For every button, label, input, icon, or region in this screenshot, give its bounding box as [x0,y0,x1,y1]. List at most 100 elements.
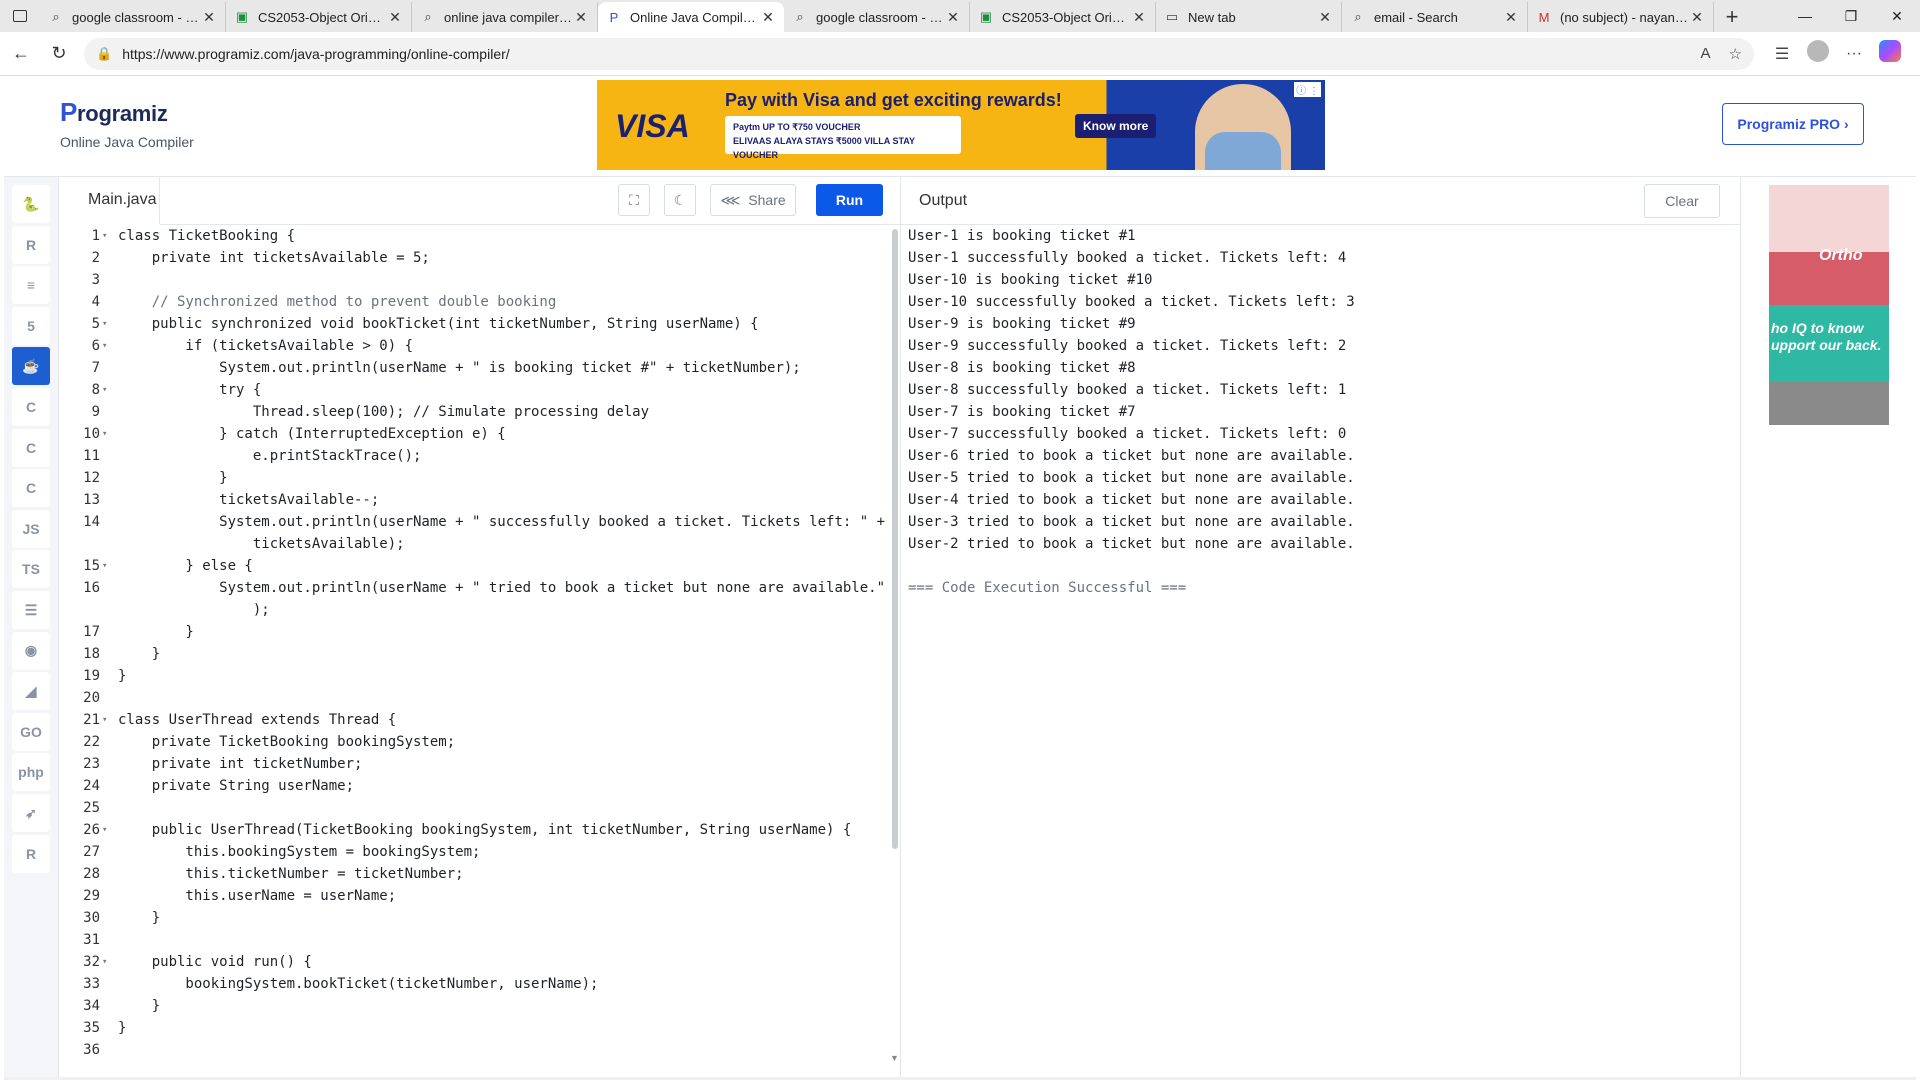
fold-arrow-icon[interactable]: ▾ [100,819,114,841]
favorites-icon[interactable]: ☰ [1764,44,1800,64]
python-icon[interactable]: 🐍 [12,185,50,223]
browser-tab[interactable]: ⌕ online java compiler - S ✕ [412,2,598,32]
code-text: if (ticketsAvailable > 0) { [118,338,414,354]
tab-actions-button[interactable] [0,0,40,32]
refresh-button[interactable]: ↻ [42,37,76,71]
restore-button[interactable]: ❐ [1828,0,1874,32]
html-icon[interactable]: 5 [12,306,50,345]
programiz-logo[interactable]: Programiz Online Java Compiler [60,97,194,150]
site-info-icon[interactable]: 🔒 [96,46,112,62]
close-tab-icon[interactable]: ✕ [573,9,589,26]
fold-arrow-icon[interactable]: ▾ [100,313,114,335]
browser-tab[interactable]: ▣ CS2053-Object Oriente ✕ [970,2,1156,32]
gmail-icon: M [1538,9,1550,25]
kotlin-icon[interactable]: ◢ [12,672,50,711]
ad-person-image [1195,84,1291,170]
close-tab-icon[interactable]: ✕ [387,9,403,26]
rust-icon[interactable]: ◉ [12,631,50,670]
browser-tab[interactable]: ⌕ email - Search ✕ [1342,2,1528,32]
line-number: 14 [83,514,100,530]
fold-arrow-icon[interactable]: ▾ [100,379,114,401]
url-field[interactable]: 🔒 https://www.programiz.com/java-program… [84,37,1754,70]
favorite-star-icon[interactable]: ☆ [1729,45,1742,63]
clear-button[interactable]: Clear [1644,184,1720,218]
db-icon[interactable]: ☰ [12,591,50,629]
js-icon[interactable]: JS [12,509,50,548]
code-editor[interactable]: 1 ▾ class TicketBooking {2 private int tic… [60,225,900,1080]
browser-tab[interactable]: ▭ New tab ✕ [1156,2,1342,32]
line-number: 32 [83,954,100,970]
search-icon: ⌕ [52,9,60,24]
close-tab-icon[interactable]: ✕ [201,9,217,26]
code-line: 13 ticketsAvailable--; [60,489,900,511]
browser-tab[interactable]: ▣ CS2053-Object Oriente ✕ [226,2,412,32]
profile-button[interactable] [1800,40,1836,67]
scroll-down-icon[interactable]: ▼ [890,1053,899,1063]
c-icon[interactable]: C [12,388,50,426]
line-number: 18 [83,646,100,662]
side-ad[interactable]: Ortho ho IQ to know upport our back. [1769,185,1889,425]
rlang-icon[interactable]: R [12,834,50,873]
close-tab-icon[interactable]: ✕ [1317,9,1333,26]
r-icon[interactable]: R [12,225,50,264]
page-subtitle: Online Java Compiler [60,134,194,150]
java-icon[interactable]: ☕ [12,347,50,386]
fold-arrow-icon[interactable]: ▾ [100,225,114,247]
fold-arrow-icon[interactable]: ▾ [100,423,114,445]
ts-icon[interactable]: TS [12,550,50,589]
editor-scrollbar[interactable] [892,229,898,849]
browser-tab[interactable]: M (no subject) - nayanarb ✕ [1528,2,1714,32]
php-icon[interactable]: php [12,753,50,792]
csharp-icon[interactable]: C [12,469,50,508]
go-icon[interactable]: GO [12,712,50,751]
browser-tab[interactable]: P Online Java Compiler - ✕ [598,2,784,32]
code-text: // Synchronized method to prevent double… [118,294,557,310]
close-tab-icon[interactable]: ✕ [760,9,776,26]
code-text: try { [118,382,262,398]
fullscreen-button[interactable]: ⛶ [618,184,650,216]
code-text: ); [118,602,270,618]
ad-info-icon[interactable]: ⓘ ⋮ [1294,82,1321,97]
new-tab-button[interactable]: + [1714,2,1750,32]
close-tab-icon[interactable]: ✕ [1131,9,1147,26]
cpp-icon[interactable]: C [12,428,50,467]
fold-arrow-icon[interactable]: ▾ [100,951,114,973]
banner-ad[interactable]: VISA Pay with Visa and get exciting rewa… [597,80,1325,170]
output-line: User-10 successfully booked a ticket. Ti… [908,294,1355,310]
close-tab-icon[interactable]: ✕ [945,9,961,26]
site-header: Programiz Online Java Compiler VISA Pay … [4,77,1916,177]
back-button[interactable]: ← [4,37,38,71]
swift-icon[interactable]: ➶ [12,794,50,832]
sql-icon[interactable]: ≡ [12,266,50,305]
code-text: private int ticketsAvailable = 5; [118,250,430,266]
read-aloud-icon[interactable]: A [1701,45,1711,62]
code-text: } else { [118,558,253,574]
code-text: System.out.println(userName + " successf… [118,514,886,530]
browser-tab[interactable]: ⌕ google classroom - Se ✕ [40,2,226,32]
tab-title: Online Java Compiler - [630,9,760,25]
search-icon: ⌕ [424,9,432,24]
copilot-button[interactable] [1872,40,1908,67]
close-tab-icon[interactable]: ✕ [1689,9,1705,26]
fold-arrow-icon[interactable]: ▾ [100,555,114,577]
programiz-pro-button[interactable]: Programiz PRO › [1722,103,1864,145]
run-button[interactable]: Run [816,184,883,216]
ad-cta-button[interactable]: Know more [1075,114,1157,138]
fold-arrow-icon[interactable]: ▾ [100,709,114,731]
share-button[interactable]: ⋘ Share [710,184,796,216]
fold-arrow-icon[interactable]: ▾ [100,335,114,357]
dark-mode-button[interactable]: ☾ [664,184,696,216]
editor-toolbar: Main.java ⛶ ☾ ⋘ Share Run [60,177,900,225]
line-number: 11 [83,448,100,464]
close-window-button[interactable]: ✕ [1874,0,1920,32]
more-menu-icon[interactable]: ··· [1836,45,1872,63]
file-tab-main-java[interactable]: Main.java [60,177,160,225]
browser-tab[interactable]: ⌕ google classroom - Se ✕ [784,2,970,32]
minimize-button[interactable]: — [1782,0,1828,32]
close-tab-icon[interactable]: ✕ [1503,9,1519,26]
newtab-icon: ▭ [1165,9,1179,24]
